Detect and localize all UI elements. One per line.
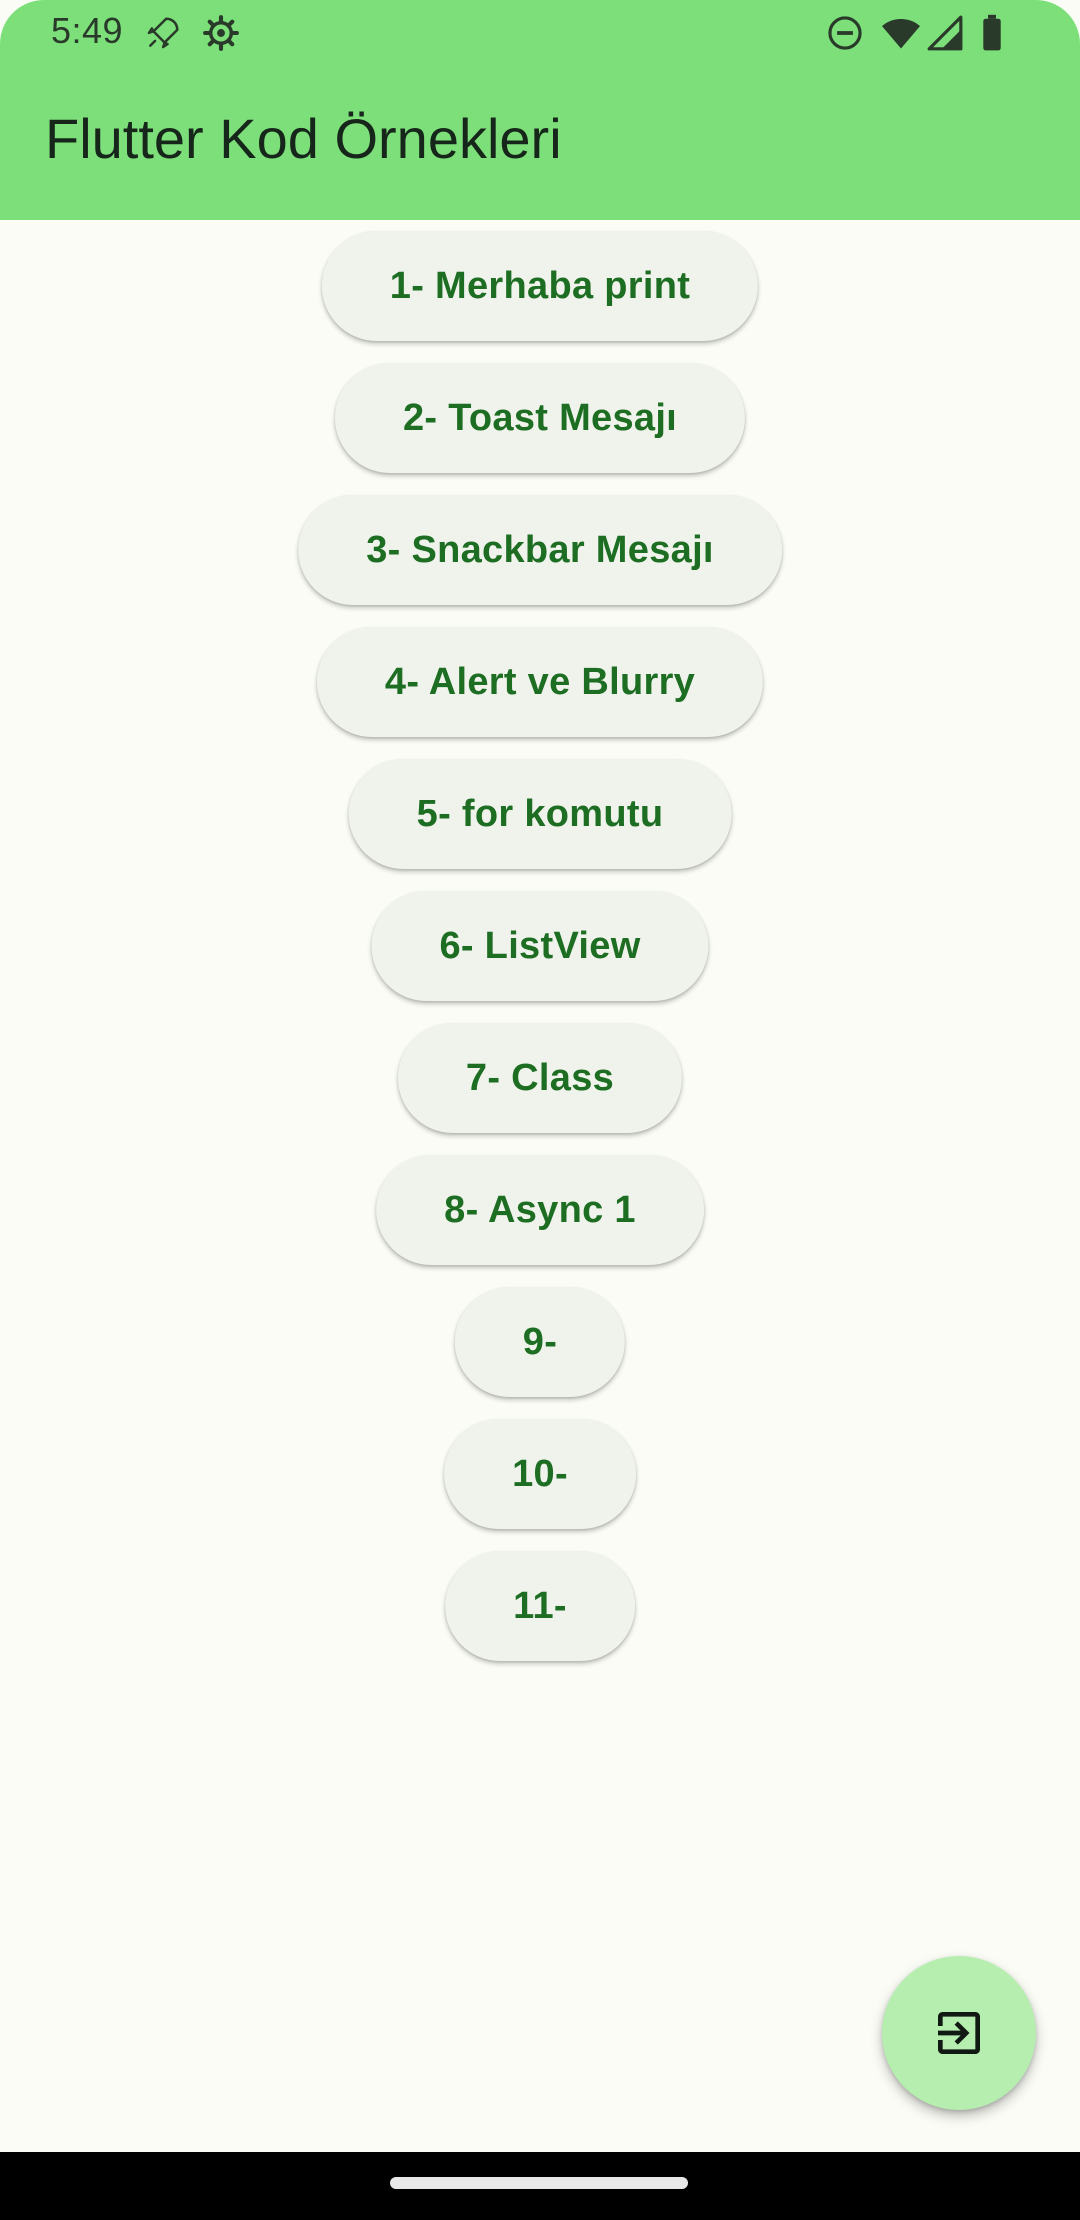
status-bar: 5:49 — [0, 0, 1080, 66]
exit-fab-button[interactable] — [882, 1956, 1036, 2110]
button-class[interactable]: 7- Class — [397, 1023, 683, 1133]
button-for-komutu[interactable]: 5- for komutu — [348, 759, 732, 869]
button-11[interactable]: 11- — [445, 1551, 635, 1661]
rocket-icon — [144, 14, 182, 52]
button-alert-ve-blurry[interactable]: 4- Alert ve Blurry — [316, 627, 764, 737]
button-toast-mesaji[interactable]: 2- Toast Mesajı — [334, 363, 746, 473]
page-title: Flutter Kod Örnekleri — [45, 107, 562, 170]
button-list: 1- Merhaba print 2- Toast Mesajı 3- Snac… — [0, 220, 1080, 2152]
gear-icon — [202, 14, 240, 52]
button-10[interactable]: 10- — [444, 1419, 636, 1529]
button-9[interactable]: 9- — [454, 1287, 626, 1397]
cell-signal-icon — [926, 14, 964, 52]
wifi-icon — [880, 14, 922, 52]
home-gesture-handle[interactable] — [390, 2177, 688, 2189]
status-time: 5:49 — [51, 10, 124, 51]
button-async-1[interactable]: 8- Async 1 — [376, 1155, 704, 1265]
do-not-disturb-icon — [826, 14, 864, 52]
exit-icon — [931, 2005, 987, 2061]
button-snackbar-mesaji[interactable]: 3- Snackbar Mesajı — [298, 495, 782, 605]
app-bar: Flutter Kod Örnekleri — [0, 66, 1080, 220]
button-merhaba-print[interactable]: 1- Merhaba print — [321, 231, 759, 341]
battery-icon — [980, 14, 1004, 52]
button-listview[interactable]: 6- ListView — [371, 891, 709, 1001]
